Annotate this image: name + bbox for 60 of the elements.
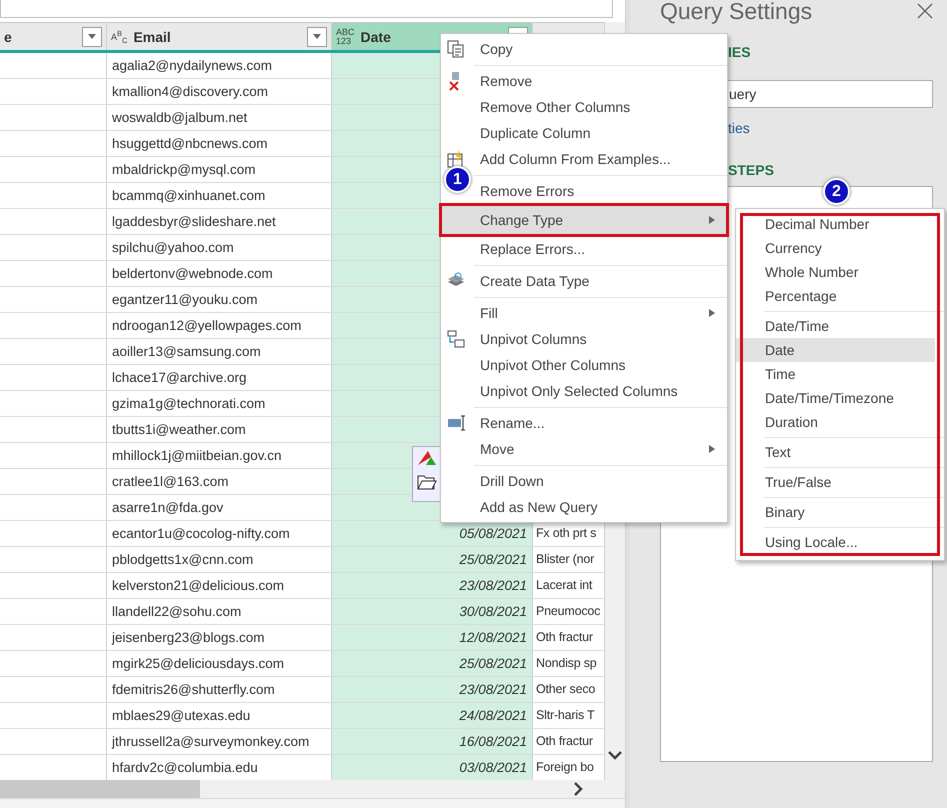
column-title: Date (360, 28, 392, 44)
copy-icon (447, 40, 465, 58)
table-cell: 05/08/2021 (332, 521, 533, 546)
menu-item[interactable]: Add as New Query (480, 494, 727, 520)
menu-item[interactable]: Date/Time/Timezone (736, 386, 935, 410)
filter-button[interactable] (82, 26, 102, 46)
menu-item[interactable]: Duplicate Column (480, 120, 727, 146)
table-cell: 03/08/2021 (332, 755, 533, 780)
column-header[interactable]: A$^{B}$$_{C}$ Email (107, 23, 332, 50)
section-heading: STEPS (728, 162, 775, 178)
menu-item[interactable]: Move (480, 436, 727, 462)
dropdown-icon (88, 34, 96, 39)
menu-item[interactable]: Date/Time (736, 314, 935, 338)
menu-item[interactable]: Create Data Type (480, 268, 727, 294)
menu-item[interactable]: Decimal Number (736, 212, 935, 236)
table-lightning-icon (447, 150, 465, 168)
menu-item[interactable]: Unpivot Columns (480, 326, 727, 352)
table-cell: 23/08/2021 (332, 677, 533, 702)
table-cell: 30/08/2021 (332, 599, 533, 624)
menu-item[interactable]: Rename... (480, 410, 727, 436)
menu-item[interactable]: Currency (736, 236, 935, 260)
type-icon[interactable]: ABC 123 (336, 28, 355, 46)
scroll-right-icon[interactable] (574, 782, 583, 796)
menu-item[interactable]: Drill Down (480, 468, 727, 494)
menu-item[interactable]: Add Column From Examples... (480, 146, 727, 172)
menu-item[interactable]: Remove Errors (480, 178, 727, 204)
folder-icon[interactable] (417, 473, 437, 491)
close-button[interactable] (917, 3, 933, 19)
menu-item[interactable]: Percentage (736, 284, 935, 308)
menu-item[interactable]: True/False (736, 470, 935, 494)
menu-item[interactable]: Unpivot Other Columns (480, 352, 727, 378)
menu-item[interactable]: Time (736, 362, 935, 386)
column-title: e (4, 28, 13, 44)
menu-item[interactable]: Change Type (441, 205, 727, 235)
table-cell: 25/08/2021 (332, 651, 533, 676)
column-header[interactable]: e (0, 23, 107, 50)
table-cell: 25/08/2021 (332, 547, 533, 572)
column-title: Email (133, 28, 172, 44)
menu-item[interactable]: Text (736, 440, 935, 464)
menu-item[interactable]: Duration (736, 410, 935, 434)
menu-item[interactable]: Date (736, 338, 935, 362)
menu-item[interactable]: Unpivot Only Selected Columns (480, 378, 727, 404)
table-cell: 23/08/2021 (332, 573, 533, 598)
table-cell: 12/08/2021 (332, 625, 533, 650)
dropdown-icon (313, 34, 321, 39)
menu-item[interactable]: Using Locale... (736, 530, 935, 554)
menu-item[interactable]: Replace Errors... (480, 236, 727, 262)
menu-item[interactable]: Binary (736, 500, 935, 524)
scroll-down-icon[interactable] (608, 751, 622, 760)
menu-item[interactable]: Whole Number (736, 260, 935, 284)
menu-item[interactable]: Fill (480, 300, 727, 326)
scrollbar-thumb[interactable] (0, 780, 200, 798)
properties-link[interactable]: ties (728, 120, 933, 136)
rename-icon (447, 415, 467, 431)
chart-icon[interactable] (418, 451, 436, 465)
section-heading: IES (728, 44, 752, 60)
unpivot-icon (447, 330, 465, 348)
filter-button[interactable] (307, 26, 327, 46)
table-cell: 24/08/2021 (332, 703, 533, 728)
table-cell: 16/08/2021 (332, 729, 533, 754)
